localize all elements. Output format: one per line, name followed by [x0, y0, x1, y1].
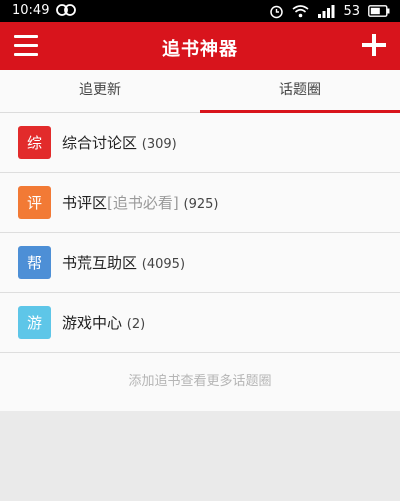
topic-label: 综合讨论区 (309)	[62, 132, 177, 153]
topic-list: 综 综合讨论区 (309) 评 书评区[追书必看] (925) 帮 书荒互助区 …	[0, 113, 400, 353]
empty-area	[0, 411, 400, 501]
topic-label: 书评区[追书必看] (925)	[62, 192, 218, 213]
tab-updates[interactable]: 追更新	[0, 70, 200, 112]
topic-label: 书荒互助区 (4095)	[62, 252, 185, 273]
tab-topics[interactable]: 话题圈	[200, 70, 400, 113]
topic-title: 综合讨论区	[62, 134, 138, 152]
topic-item-games[interactable]: 游 游戏中心 (2)	[0, 293, 400, 353]
status-time: 10:49	[12, 3, 50, 18]
topic-title: 书评区	[62, 194, 108, 212]
status-bar: 10:49 53	[0, 0, 400, 22]
alarm-icon	[270, 5, 284, 18]
topic-count: (309)	[141, 137, 177, 152]
topic-subtitle: [追书必看]	[107, 194, 179, 212]
battery-level: 53	[343, 3, 360, 19]
battery-icon	[368, 5, 390, 17]
topic-title: 游戏中心	[62, 314, 123, 332]
help-badge-icon: 帮	[18, 246, 51, 279]
status-icons: 53	[269, 2, 390, 20]
wifi-icon	[292, 5, 309, 18]
topic-count: (925)	[183, 197, 219, 212]
app-bar: 追书神器	[0, 22, 400, 70]
app-title: 追书神器	[162, 39, 238, 60]
add-more-topics-link[interactable]: 添加追书查看更多话题圈	[0, 353, 400, 411]
review-badge-icon: 评	[18, 186, 51, 219]
tab-bar: 追更新 话题圈	[0, 70, 400, 113]
game-badge-icon: 游	[18, 306, 51, 339]
add-icon[interactable]	[362, 32, 386, 56]
topic-count: (2)	[126, 317, 146, 332]
signal-icon	[318, 5, 335, 18]
general-badge-icon: 综	[18, 126, 51, 159]
topic-title: 书荒互助区	[62, 254, 138, 272]
topic-count: (4095)	[141, 257, 186, 272]
sync-icon	[56, 4, 76, 16]
topic-item-general[interactable]: 综 综合讨论区 (309)	[0, 113, 400, 173]
topic-label: 游戏中心 (2)	[62, 312, 145, 333]
topic-item-help[interactable]: 帮 书荒互助区 (4095)	[0, 233, 400, 293]
topic-item-reviews[interactable]: 评 书评区[追书必看] (925)	[0, 173, 400, 233]
